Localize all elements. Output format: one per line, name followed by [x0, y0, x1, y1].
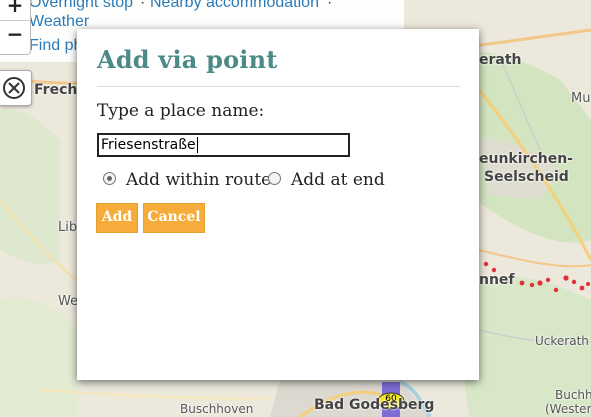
map-label-3: eunkirchen-: [479, 151, 573, 167]
add-at-end-radio[interactable]: [268, 172, 281, 185]
map-label-5: Lib: [58, 220, 78, 235]
zoom-out-button[interactable]: −: [0, 20, 30, 48]
map-label-10: Bad Godesberg: [314, 397, 435, 413]
add-within-route-label[interactable]: Add within route: [126, 170, 271, 190]
map-label-2: Mu: [571, 91, 591, 106]
text-cursor: [196, 137, 198, 153]
map-label-12: (Wester: [545, 402, 591, 416]
zoom-control: + −: [0, 0, 31, 55]
cancel-button[interactable]: Cancel: [143, 203, 205, 233]
place-name-value: Friesenstraße: [101, 137, 196, 153]
separator: ·: [327, 0, 333, 11]
divider: [97, 86, 460, 87]
map-label-7: We: [58, 294, 79, 309]
separator: ·: [140, 0, 146, 11]
map-label-11: Buchh: [555, 388, 591, 402]
zoom-in-button[interactable]: +: [0, 0, 30, 19]
add-at-end-label[interactable]: Add at end: [291, 170, 385, 190]
map-label-0: Frech: [34, 82, 78, 98]
find-photos-link[interactable]: Find ph: [29, 37, 82, 55]
close-circle-icon: [3, 77, 25, 99]
clear-route-button[interactable]: [0, 70, 32, 106]
overnight-stop-link[interactable]: Overnight stop: [29, 0, 133, 12]
place-name-label: Type a place name:: [97, 101, 265, 121]
map-label-4: Seelscheid: [484, 169, 569, 185]
map-label-9: Buschhoven: [180, 402, 254, 416]
add-within-route-radio[interactable]: [103, 172, 116, 185]
nearby-accommodation-link[interactable]: Nearby accommodation: [150, 0, 319, 12]
add-via-point-dialog: Add via point Type a place name: Friesen…: [77, 29, 479, 380]
map-label-8: Uckerath: [535, 334, 589, 348]
map-label-1: erath: [479, 52, 522, 68]
place-name-input[interactable]: Friesenstraße: [97, 133, 350, 157]
map-label-6: nnef: [479, 272, 515, 288]
dialog-title: Add via point: [97, 45, 278, 74]
add-button[interactable]: Add: [96, 203, 138, 233]
route-number-badge: 60: [385, 394, 397, 404]
